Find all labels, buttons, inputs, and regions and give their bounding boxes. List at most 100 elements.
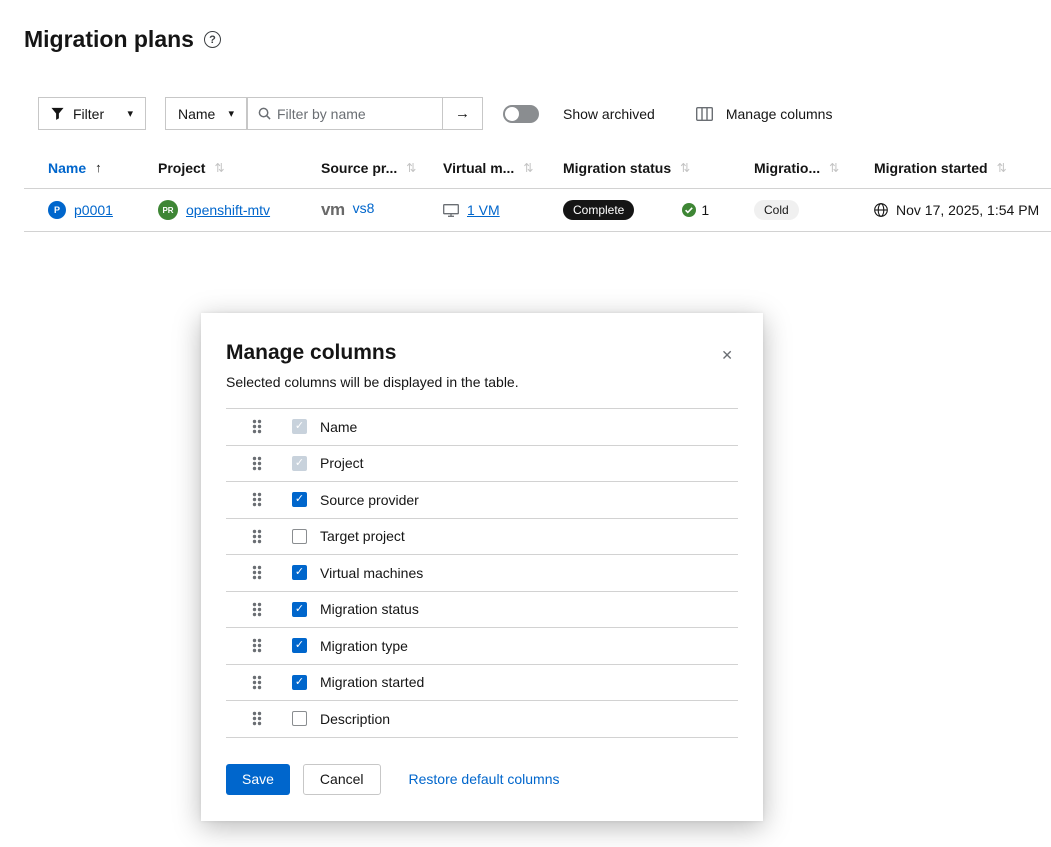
column-header-virtual-machines[interactable]: Virtual m... ⇅ <box>443 160 563 176</box>
cell-migration-started: Nov 17, 2025, 1:54 PM <box>874 202 1051 218</box>
search-submit-button[interactable]: → <box>442 98 482 129</box>
plan-name-link[interactable]: p0001 <box>74 202 113 218</box>
globe-icon <box>874 203 888 217</box>
column-header-label: Migration started <box>874 160 988 176</box>
column-checkbox[interactable]: ✓ <box>292 675 307 690</box>
column-list-item: ✓ Migration started <box>226 665 738 702</box>
modal-footer: Save Cancel Restore default columns <box>226 764 738 795</box>
column-header-label: Migration status <box>563 160 671 176</box>
column-label: Source provider <box>320 492 419 508</box>
column-header-label: Migratio... <box>754 160 820 176</box>
manage-columns-label: Manage columns <box>726 106 833 122</box>
sort-both-icon: ⇅ <box>523 161 533 175</box>
toggle-knob-icon <box>505 107 519 121</box>
chevron-down-icon: ▾ <box>127 107 133 120</box>
search-icon-wrap <box>248 107 277 120</box>
virtual-machine-icon <box>443 204 459 217</box>
drag-handle-icon[interactable] <box>252 492 262 507</box>
search-icon <box>258 107 271 120</box>
column-checkbox[interactable]: ✓ <box>292 565 307 580</box>
column-checkbox[interactable]: ✓ <box>292 492 307 507</box>
cell-virtual-machines: 1 VM <box>443 202 563 218</box>
column-checkbox[interactable] <box>292 529 307 544</box>
column-header-label: Name <box>48 160 86 176</box>
migration-type-badge: Cold <box>754 200 799 220</box>
drag-handle-icon[interactable] <box>252 602 262 617</box>
column-header-label: Source pr... <box>321 160 397 176</box>
vm-count-link[interactable]: 1 VM <box>467 202 500 218</box>
attribute-select[interactable]: Name ▾ <box>165 97 247 130</box>
page-header: Migration plans ? <box>24 26 221 53</box>
drag-handle-icon[interactable] <box>252 565 262 580</box>
column-checkbox[interactable]: ✓ <box>292 602 307 617</box>
column-label: Target project <box>320 528 405 544</box>
sort-both-icon: ⇅ <box>406 161 416 175</box>
save-button[interactable]: Save <box>226 764 290 795</box>
column-label: Virtual machines <box>320 565 423 581</box>
manage-columns-list: ✓ Name ✓ Project ✓ Source provider Targe… <box>226 408 738 738</box>
table-header-row: Name ↑ Project ⇅ Source pr... ⇅ Virtual … <box>24 147 1051 189</box>
restore-default-columns-button[interactable]: Restore default columns <box>409 771 560 787</box>
search-input[interactable] <box>277 98 442 129</box>
drag-handle-icon[interactable] <box>252 675 262 690</box>
project-link[interactable]: openshift-mtv <box>186 202 270 218</box>
column-header-label: Project <box>158 160 205 176</box>
drag-handle-icon[interactable] <box>252 711 262 726</box>
toolbar: Filter ▾ Name ▾ → Show archived Manage c… <box>38 97 832 130</box>
filter-label: Filter <box>73 106 104 122</box>
column-label: Migration started <box>320 674 424 690</box>
columns-icon <box>696 107 713 121</box>
cancel-button[interactable]: Cancel <box>303 764 381 795</box>
chevron-down-icon: ▾ <box>228 107 234 120</box>
sort-both-icon: ⇅ <box>997 161 1007 175</box>
cell-migration-type: Cold <box>754 200 874 220</box>
cell-source-provider: vm vs8 <box>321 200 443 220</box>
cell-project: PR openshift-mtv <box>158 200 321 220</box>
drag-handle-icon[interactable] <box>252 529 262 544</box>
show-archived-toggle[interactable] <box>503 105 539 123</box>
column-list-item: Target project <box>226 519 738 556</box>
plans-table: Name ↑ Project ⇅ Source pr... ⇅ Virtual … <box>24 147 1051 232</box>
column-list-item: ✓ Source provider <box>226 482 738 519</box>
column-header-label: Virtual m... <box>443 160 514 176</box>
column-checkbox[interactable]: ✓ <box>292 638 307 653</box>
modal-title: Manage columns <box>226 341 738 365</box>
drag-handle-icon[interactable] <box>252 456 262 471</box>
migration-started-value: Nov 17, 2025, 1:54 PM <box>896 202 1039 218</box>
column-header-migration-started[interactable]: Migration started ⇅ <box>874 160 1051 176</box>
attribute-select-value: Name <box>178 106 215 122</box>
column-checkbox: ✓ <box>292 456 307 471</box>
sort-ascending-icon: ↑ <box>95 160 102 175</box>
check-circle-icon <box>682 203 696 217</box>
cell-migration-status: Complete 1 <box>563 200 754 220</box>
drag-handle-icon[interactable] <box>252 638 262 653</box>
arrow-right-icon: → <box>455 105 470 122</box>
cell-name: P p0001 <box>48 201 158 219</box>
close-icon[interactable]: ✕ <box>717 343 737 368</box>
provider-link[interactable]: vs8 <box>353 200 375 216</box>
sort-both-icon: ⇅ <box>680 161 690 175</box>
column-header-name[interactable]: Name ↑ <box>48 160 158 176</box>
status-vm-count: 1 <box>682 202 709 218</box>
column-header-source-provider[interactable]: Source pr... ⇅ <box>321 160 443 176</box>
show-archived-label: Show archived <box>563 106 655 122</box>
column-header-migration-type[interactable]: Migratio... ⇅ <box>754 160 874 176</box>
manage-columns-button[interactable]: Manage columns <box>696 106 833 122</box>
filter-icon <box>51 107 64 120</box>
column-list-item: ✓ Migration type <box>226 628 738 665</box>
drag-handle-icon[interactable] <box>252 419 262 434</box>
filter-dropdown[interactable]: Filter ▾ <box>38 97 146 130</box>
column-label: Migration type <box>320 638 408 654</box>
help-icon[interactable]: ? <box>204 31 221 48</box>
modal-description: Selected columns will be displayed in th… <box>226 374 738 390</box>
column-header-migration-status[interactable]: Migration status ⇅ <box>563 160 754 176</box>
plan-badge: P <box>48 201 66 219</box>
manage-columns-modal: ✕ Manage columns Selected columns will b… <box>201 313 763 821</box>
column-list-item: ✓ Migration status <box>226 592 738 629</box>
column-header-project[interactable]: Project ⇅ <box>158 160 321 176</box>
column-label: Project <box>320 455 364 471</box>
column-list-item: Description <box>226 701 738 738</box>
column-checkbox: ✓ <box>292 419 307 434</box>
column-checkbox[interactable] <box>292 711 307 726</box>
sort-both-icon: ⇅ <box>214 161 224 175</box>
